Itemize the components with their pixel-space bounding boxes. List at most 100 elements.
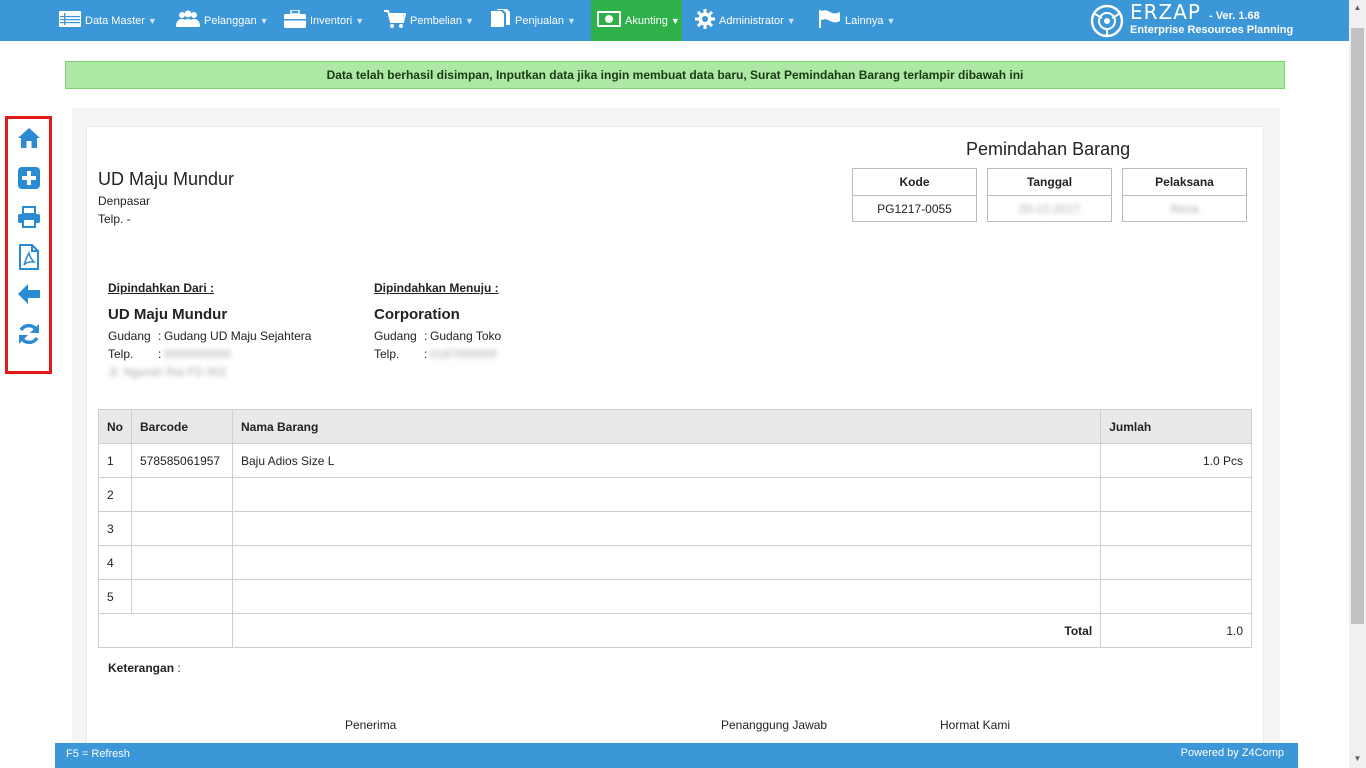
cell-jumlah (1100, 545, 1252, 580)
brand-name: ERZAP (1130, 0, 1201, 24)
from-gudang-value: Gudang UD Maju Sejahtera (164, 329, 312, 343)
col-jumlah: Jumlah (1100, 409, 1252, 444)
signature-hormat-kami: Hormat Kami (940, 718, 1011, 732)
cell-no: 4 (98, 545, 132, 580)
chevron-down-icon: ▼ (566, 15, 576, 26)
keterangan-colon: : (177, 661, 181, 675)
total-label: Total (231, 613, 1102, 648)
scroll-thumb[interactable] (1351, 28, 1364, 624)
chevron-down-icon: ▼ (147, 15, 157, 26)
cell-jumlah (1100, 579, 1252, 614)
table-row: 2 (98, 477, 1252, 512)
cell-no: 5 (98, 579, 132, 614)
header-kode-box: Kode PG1217-0055 (852, 168, 977, 222)
money-icon (597, 11, 621, 30)
total-spacer (98, 613, 233, 648)
table-header-row: No Barcode Nama Barang Jumlah (98, 409, 1252, 444)
cell-jumlah (1100, 477, 1252, 512)
table-icon (59, 11, 81, 30)
from-address: Jl. Ngurah Rai FD 002 (108, 365, 227, 379)
nav-label: Administrator (719, 14, 784, 27)
to-party: Dipindahkan Menuju : Corporation Gudang … (374, 281, 501, 361)
document-title: Pemindahan Barang (966, 139, 1131, 159)
print-icon[interactable] (17, 205, 41, 229)
nav-administrator[interactable]: Administrator ▼ (695, 0, 796, 41)
cell-no: 1 (98, 443, 132, 478)
from-name: UD Maju Mundur (108, 306, 228, 323)
success-alert: Data telah berhasil disimpan, Inputkan d… (65, 61, 1285, 89)
table-total-row: Total 1.0 (98, 613, 1252, 648)
table-row: 4 (98, 545, 1252, 580)
header-tanggal-value: 20-12-2017 (1018, 202, 1081, 216)
from-telp-value: 0000000000 (164, 347, 231, 361)
header-kode-value: PG1217-0055 (877, 202, 952, 216)
document-icon (491, 9, 511, 32)
cell-barcode (131, 511, 233, 546)
footer-bar: F5 = Refresh Powered by Z4Comp (55, 743, 1298, 768)
items-table: No Barcode Nama Barang Jumlah 1 57858506… (98, 409, 1252, 648)
vertical-scrollbar[interactable]: ▲ ▼ (1349, 0, 1366, 768)
nav-data-master[interactable]: Data Master ▼ (59, 0, 157, 41)
cell-jumlah: 1.0 Pcs (1100, 443, 1252, 478)
footer-powered-by: Powered by Z4Comp (1180, 747, 1284, 759)
nav-label: Akunting (625, 14, 668, 27)
to-name: Corporation (374, 306, 460, 323)
action-toolbar (5, 116, 52, 374)
cell-barcode (131, 579, 233, 614)
from-label: Dipindahkan Dari : (108, 281, 215, 295)
brand-subtitle: Enterprise Resources Planning (1130, 24, 1294, 36)
pdf-icon[interactable] (17, 244, 41, 270)
cell-no: 3 (98, 511, 132, 546)
company-city: Denpasar (98, 194, 151, 208)
cell-jumlah (1100, 511, 1252, 546)
cell-barcode: 578585061957 (131, 443, 233, 478)
users-icon (176, 10, 200, 31)
from-telp-key: Telp. (108, 347, 134, 361)
footer-refresh-hint: F5 = Refresh (66, 748, 130, 760)
nav-label: Penjualan (515, 14, 564, 27)
col-barcode: Barcode (131, 409, 233, 444)
to-gudang-key: Gudang (374, 329, 417, 343)
brand-version: - Ver. 1.68 (1208, 10, 1260, 22)
refresh-icon[interactable] (17, 322, 41, 346)
signature-penanggung-jawab: Penanggung Jawab (721, 718, 828, 732)
gear-icon (695, 9, 715, 32)
chevron-down-icon: ▼ (886, 15, 896, 26)
home-icon[interactable] (17, 127, 41, 151)
nav-pembelian[interactable]: Pembelian ▼ (384, 0, 474, 41)
company-name: UD Maju Mundur (98, 169, 235, 189)
from-gudang-key: Gudang (108, 329, 151, 343)
signature-penerima: Penerima (345, 718, 397, 732)
header-pelaksana-value: Reza (1170, 202, 1199, 216)
chevron-down-icon: ▼ (786, 15, 796, 26)
briefcase-icon (284, 9, 306, 31)
scroll-down-arrow-icon[interactable]: ▼ (1353, 754, 1362, 763)
company-phone: Telp. - (98, 212, 131, 226)
add-icon[interactable] (17, 166, 41, 190)
total-value: 1.0 (1100, 613, 1252, 648)
table-row: 5 (98, 579, 1252, 614)
chevron-down-icon: ▼ (670, 15, 680, 26)
cell-nama (231, 579, 1102, 614)
nav-inventori[interactable]: Inventori ▼ (284, 0, 364, 41)
cell-nama (231, 477, 1102, 512)
cell-barcode (131, 545, 233, 580)
back-arrow-icon[interactable] (17, 283, 41, 307)
chevron-down-icon: ▼ (355, 15, 365, 26)
table-row: 3 (98, 511, 1252, 546)
header-pelaksana-box: Pelaksana Reza (1122, 168, 1247, 222)
to-telp-value: 0187000000 (430, 347, 497, 361)
nav-pelanggan[interactable]: Pelanggan ▼ (176, 0, 269, 41)
brand: ERZAP - Ver. 1.68 Enterprise Resources Pl… (1090, 2, 1294, 38)
cell-barcode (131, 477, 233, 512)
nav-akunting[interactable]: Akunting ▼ (591, 0, 682, 41)
nav-label: Pelanggan (204, 14, 257, 27)
alert-message: Data telah berhasil disimpan, Inputkan d… (326, 68, 1024, 82)
nav-lainnya[interactable]: Lainnya ▼ (819, 0, 895, 41)
header-tanggal-box: Tanggal 20-12-2017 (987, 168, 1112, 222)
scroll-up-arrow-icon[interactable]: ▲ (1353, 3, 1362, 12)
keterangan-label: Keterangan (108, 661, 175, 675)
nav-penjualan[interactable]: Penjualan ▼ (491, 0, 576, 41)
to-label: Dipindahkan Menuju : (374, 281, 499, 295)
col-nama-barang: Nama Barang (231, 409, 1102, 444)
